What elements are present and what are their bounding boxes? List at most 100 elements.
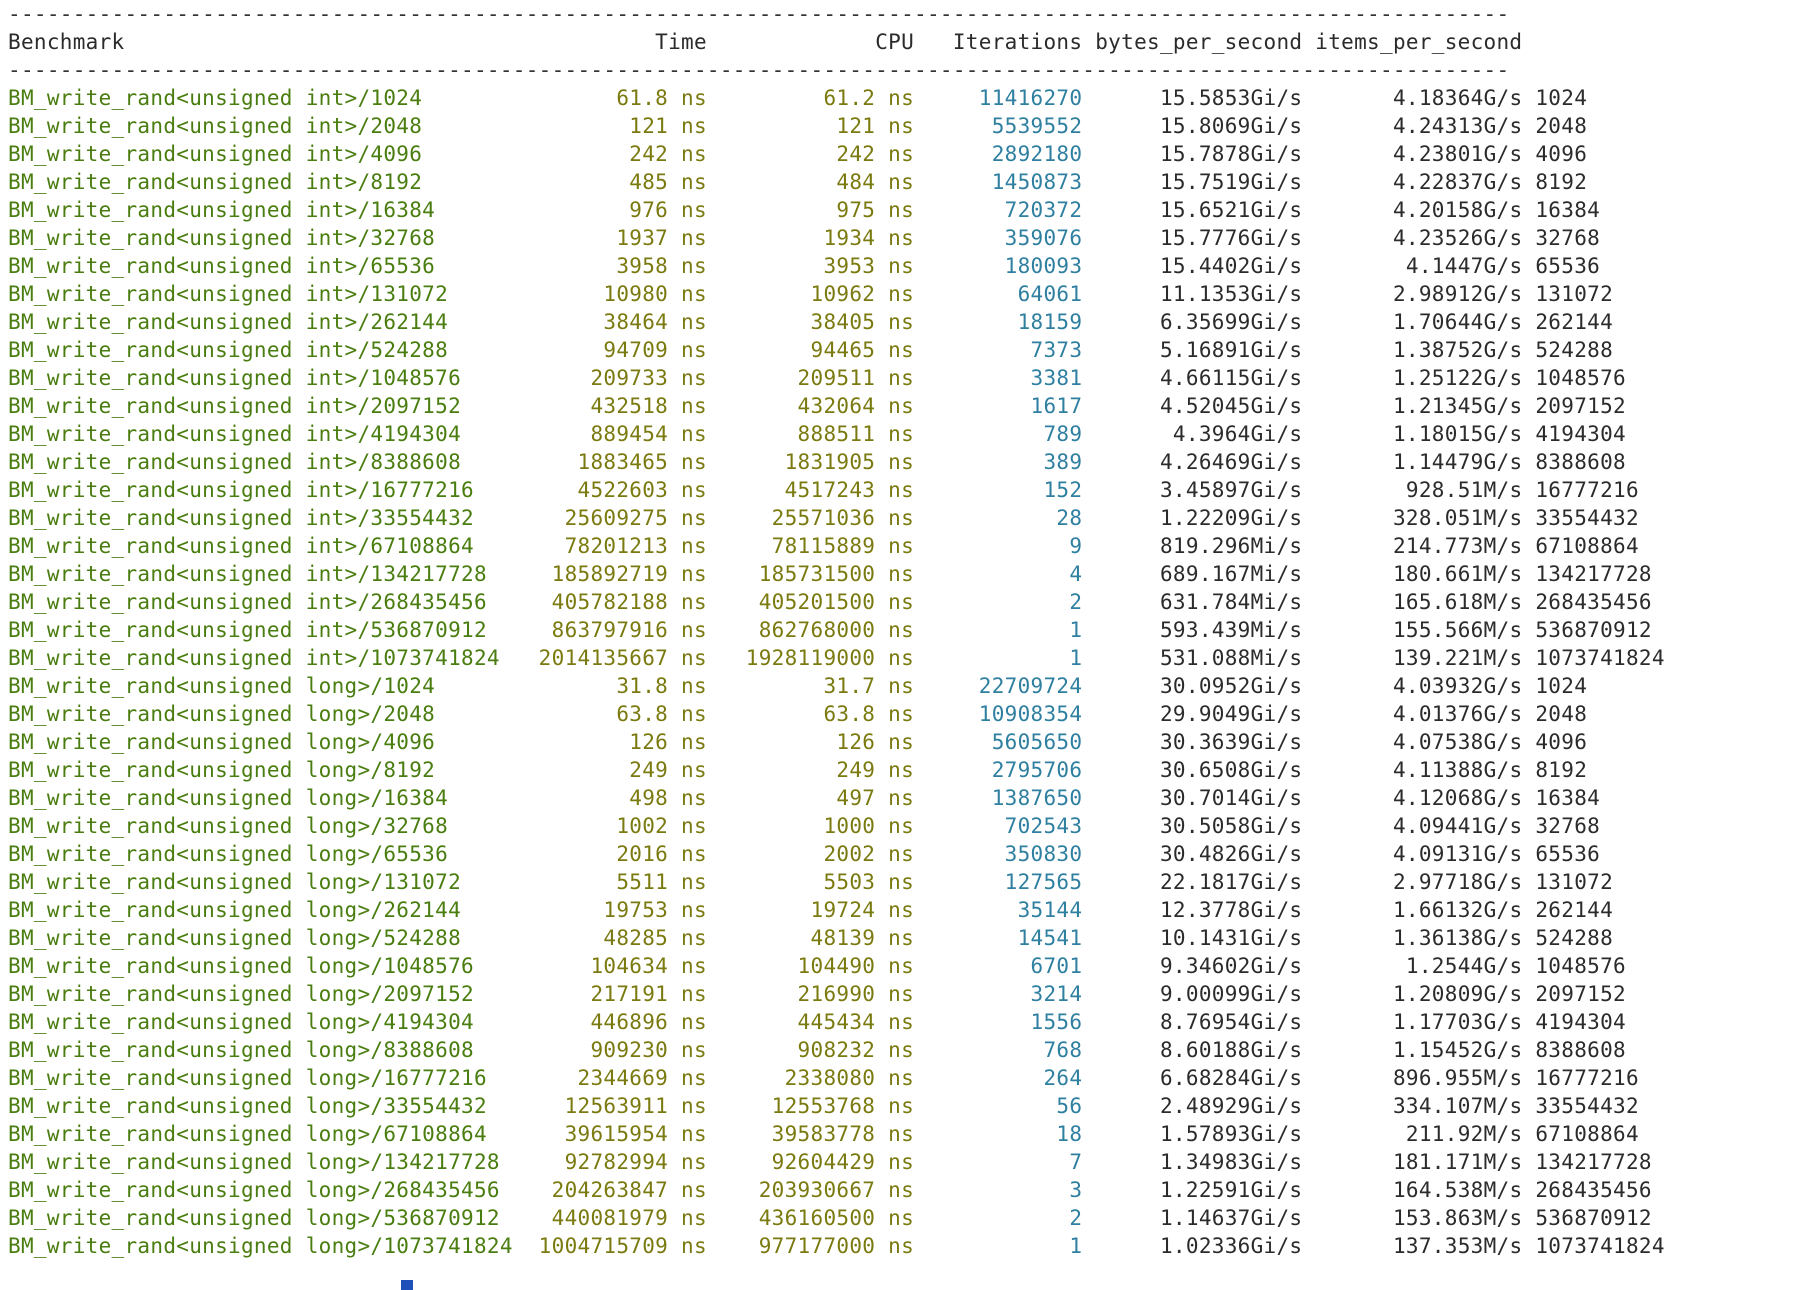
time-unit: ns	[668, 282, 707, 306]
table-row: BM_write_rand<unsigned long>/33554432 12…	[8, 1092, 1665, 1120]
time-value: 185892719	[525, 562, 669, 586]
text-cursor	[401, 1280, 413, 1290]
time-value: 126	[525, 730, 669, 754]
label-value: 8192	[1522, 170, 1588, 194]
cpu-unit: ns	[875, 758, 915, 782]
bytes-per-second-value: 3.45897Gi/s	[1082, 478, 1303, 502]
table-row: BM_write_rand<unsigned long>/131072 5511…	[8, 868, 1665, 896]
items-per-second-value: 1.66132G/s	[1302, 898, 1523, 922]
time-value: 976	[525, 198, 669, 222]
cpu-value: 862768000	[706, 618, 876, 642]
label-value: 524288	[1522, 926, 1614, 950]
cpu-unit: ns	[875, 422, 915, 446]
benchmark-name: BM_write_rand<unsigned int>/4194304	[8, 422, 526, 446]
table-row: BM_write_rand<unsigned long>/8388608 909…	[8, 1036, 1665, 1064]
benchmark-name: BM_write_rand<unsigned int>/67108864	[8, 534, 526, 558]
iterations-value: 1	[914, 618, 1083, 642]
bytes-per-second-value: 30.3639Gi/s	[1082, 730, 1303, 754]
iterations-value: 22709724	[914, 674, 1083, 698]
cpu-unit: ns	[875, 366, 915, 390]
table-header: Benchmark Time CPU Iterations bytes_per_…	[8, 28, 1665, 56]
time-value: 1883465	[525, 450, 669, 474]
table-row: BM_write_rand<unsigned int>/1073741824 2…	[8, 644, 1665, 672]
benchmark-name: BM_write_rand<unsigned int>/4096	[8, 142, 526, 166]
table-row: BM_write_rand<unsigned int>/67108864 782…	[8, 532, 1665, 560]
table-row: BM_write_rand<unsigned int>/8388608 1883…	[8, 448, 1665, 476]
bytes-per-second-value: 689.167Mi/s	[1082, 562, 1303, 586]
iterations-value: 359076	[914, 226, 1083, 250]
iterations-value: 3214	[914, 982, 1083, 1006]
benchmark-name: BM_write_rand<unsigned int>/1048576	[8, 366, 526, 390]
iterations-value: 5539552	[914, 114, 1083, 138]
cpu-unit: ns	[875, 814, 915, 838]
bytes-per-second-value: 22.1817Gi/s	[1082, 870, 1303, 894]
iterations-value: 1387650	[914, 786, 1083, 810]
benchmark-name: BM_write_rand<unsigned long>/2048	[8, 702, 526, 726]
time-value: 405782188	[525, 590, 669, 614]
iterations-value: 127565	[914, 870, 1083, 894]
benchmark-name: BM_write_rand<unsigned int>/65536	[8, 254, 526, 278]
bytes-per-second-value: 10.1431Gi/s	[1082, 926, 1303, 950]
time-value: 63.8	[525, 702, 669, 726]
bytes-per-second-value: 1.22591Gi/s	[1082, 1178, 1303, 1202]
bytes-per-second-value: 30.6508Gi/s	[1082, 758, 1303, 782]
items-per-second-value: 180.661M/s	[1302, 562, 1523, 586]
label-value: 536870912	[1522, 1206, 1652, 1230]
iterations-value: 11416270	[914, 86, 1083, 110]
iterations-value: 10908354	[914, 702, 1083, 726]
cpu-value: 888511	[706, 422, 876, 446]
time-value: 78201213	[525, 534, 669, 558]
time-unit: ns	[668, 1178, 707, 1202]
items-per-second-value: 4.12068G/s	[1302, 786, 1523, 810]
cpu-unit: ns	[875, 198, 915, 222]
table-row: BM_write_rand<unsigned long>/536870912 4…	[8, 1204, 1665, 1232]
table-row: BM_write_rand<unsigned int>/32768 1937 n…	[8, 224, 1665, 252]
table-row: BM_write_rand<unsigned long>/32768 1002 …	[8, 812, 1665, 840]
label-value: 65536	[1522, 254, 1601, 278]
time-unit: ns	[668, 366, 707, 390]
cpu-unit: ns	[875, 618, 915, 642]
time-value: 440081979	[525, 1206, 669, 1230]
iterations-value: 3381	[914, 366, 1083, 390]
time-unit: ns	[668, 226, 707, 250]
cpu-value: 38405	[706, 310, 876, 334]
table-row: BM_write_rand<unsigned int>/4096 242 ns …	[8, 140, 1665, 168]
time-unit: ns	[668, 394, 707, 418]
label-value: 1024	[1522, 86, 1588, 110]
items-per-second-value: 139.221M/s	[1302, 646, 1523, 670]
benchmark-name: BM_write_rand<unsigned int>/262144	[8, 310, 526, 334]
label-value: 1073741824	[1522, 646, 1665, 670]
items-per-second-value: 2.97718G/s	[1302, 870, 1523, 894]
label-value: 2097152	[1522, 394, 1626, 418]
bytes-per-second-value: 4.26469Gi/s	[1082, 450, 1303, 474]
time-value: 3958	[525, 254, 669, 278]
time-unit: ns	[668, 450, 707, 474]
cpu-value: 126	[706, 730, 876, 754]
label-value: 1073741824	[1522, 1234, 1665, 1258]
time-unit: ns	[668, 730, 707, 754]
iterations-value: 1450873	[914, 170, 1083, 194]
cpu-unit: ns	[875, 1010, 915, 1034]
label-value: 67108864	[1522, 534, 1639, 558]
time-value: 104634	[525, 954, 669, 978]
label-value: 16384	[1522, 198, 1601, 222]
label-value: 33554432	[1522, 1094, 1639, 1118]
benchmark-name: BM_write_rand<unsigned long>/268435456	[8, 1178, 526, 1202]
bytes-per-second-value: 30.5058Gi/s	[1082, 814, 1303, 838]
label-value: 268435456	[1522, 1178, 1652, 1202]
iterations-value: 389	[914, 450, 1083, 474]
bytes-per-second-value: 12.3778Gi/s	[1082, 898, 1303, 922]
iterations-value: 1	[914, 646, 1083, 670]
iterations-value: 4	[914, 562, 1083, 586]
table-row: BM_write_rand<unsigned int>/8192 485 ns …	[8, 168, 1665, 196]
items-per-second-value: 4.23526G/s	[1302, 226, 1523, 250]
time-unit: ns	[668, 758, 707, 782]
table-row: BM_write_rand<unsigned int>/131072 10980…	[8, 280, 1665, 308]
cpu-unit: ns	[875, 982, 915, 1006]
time-unit: ns	[668, 422, 707, 446]
time-value: 38464	[525, 310, 669, 334]
table-row: BM_write_rand<unsigned long>/1024 31.8 n…	[8, 672, 1665, 700]
items-per-second-value: 4.09441G/s	[1302, 814, 1523, 838]
bytes-per-second-value: 8.76954Gi/s	[1082, 1010, 1303, 1034]
time-unit: ns	[668, 198, 707, 222]
